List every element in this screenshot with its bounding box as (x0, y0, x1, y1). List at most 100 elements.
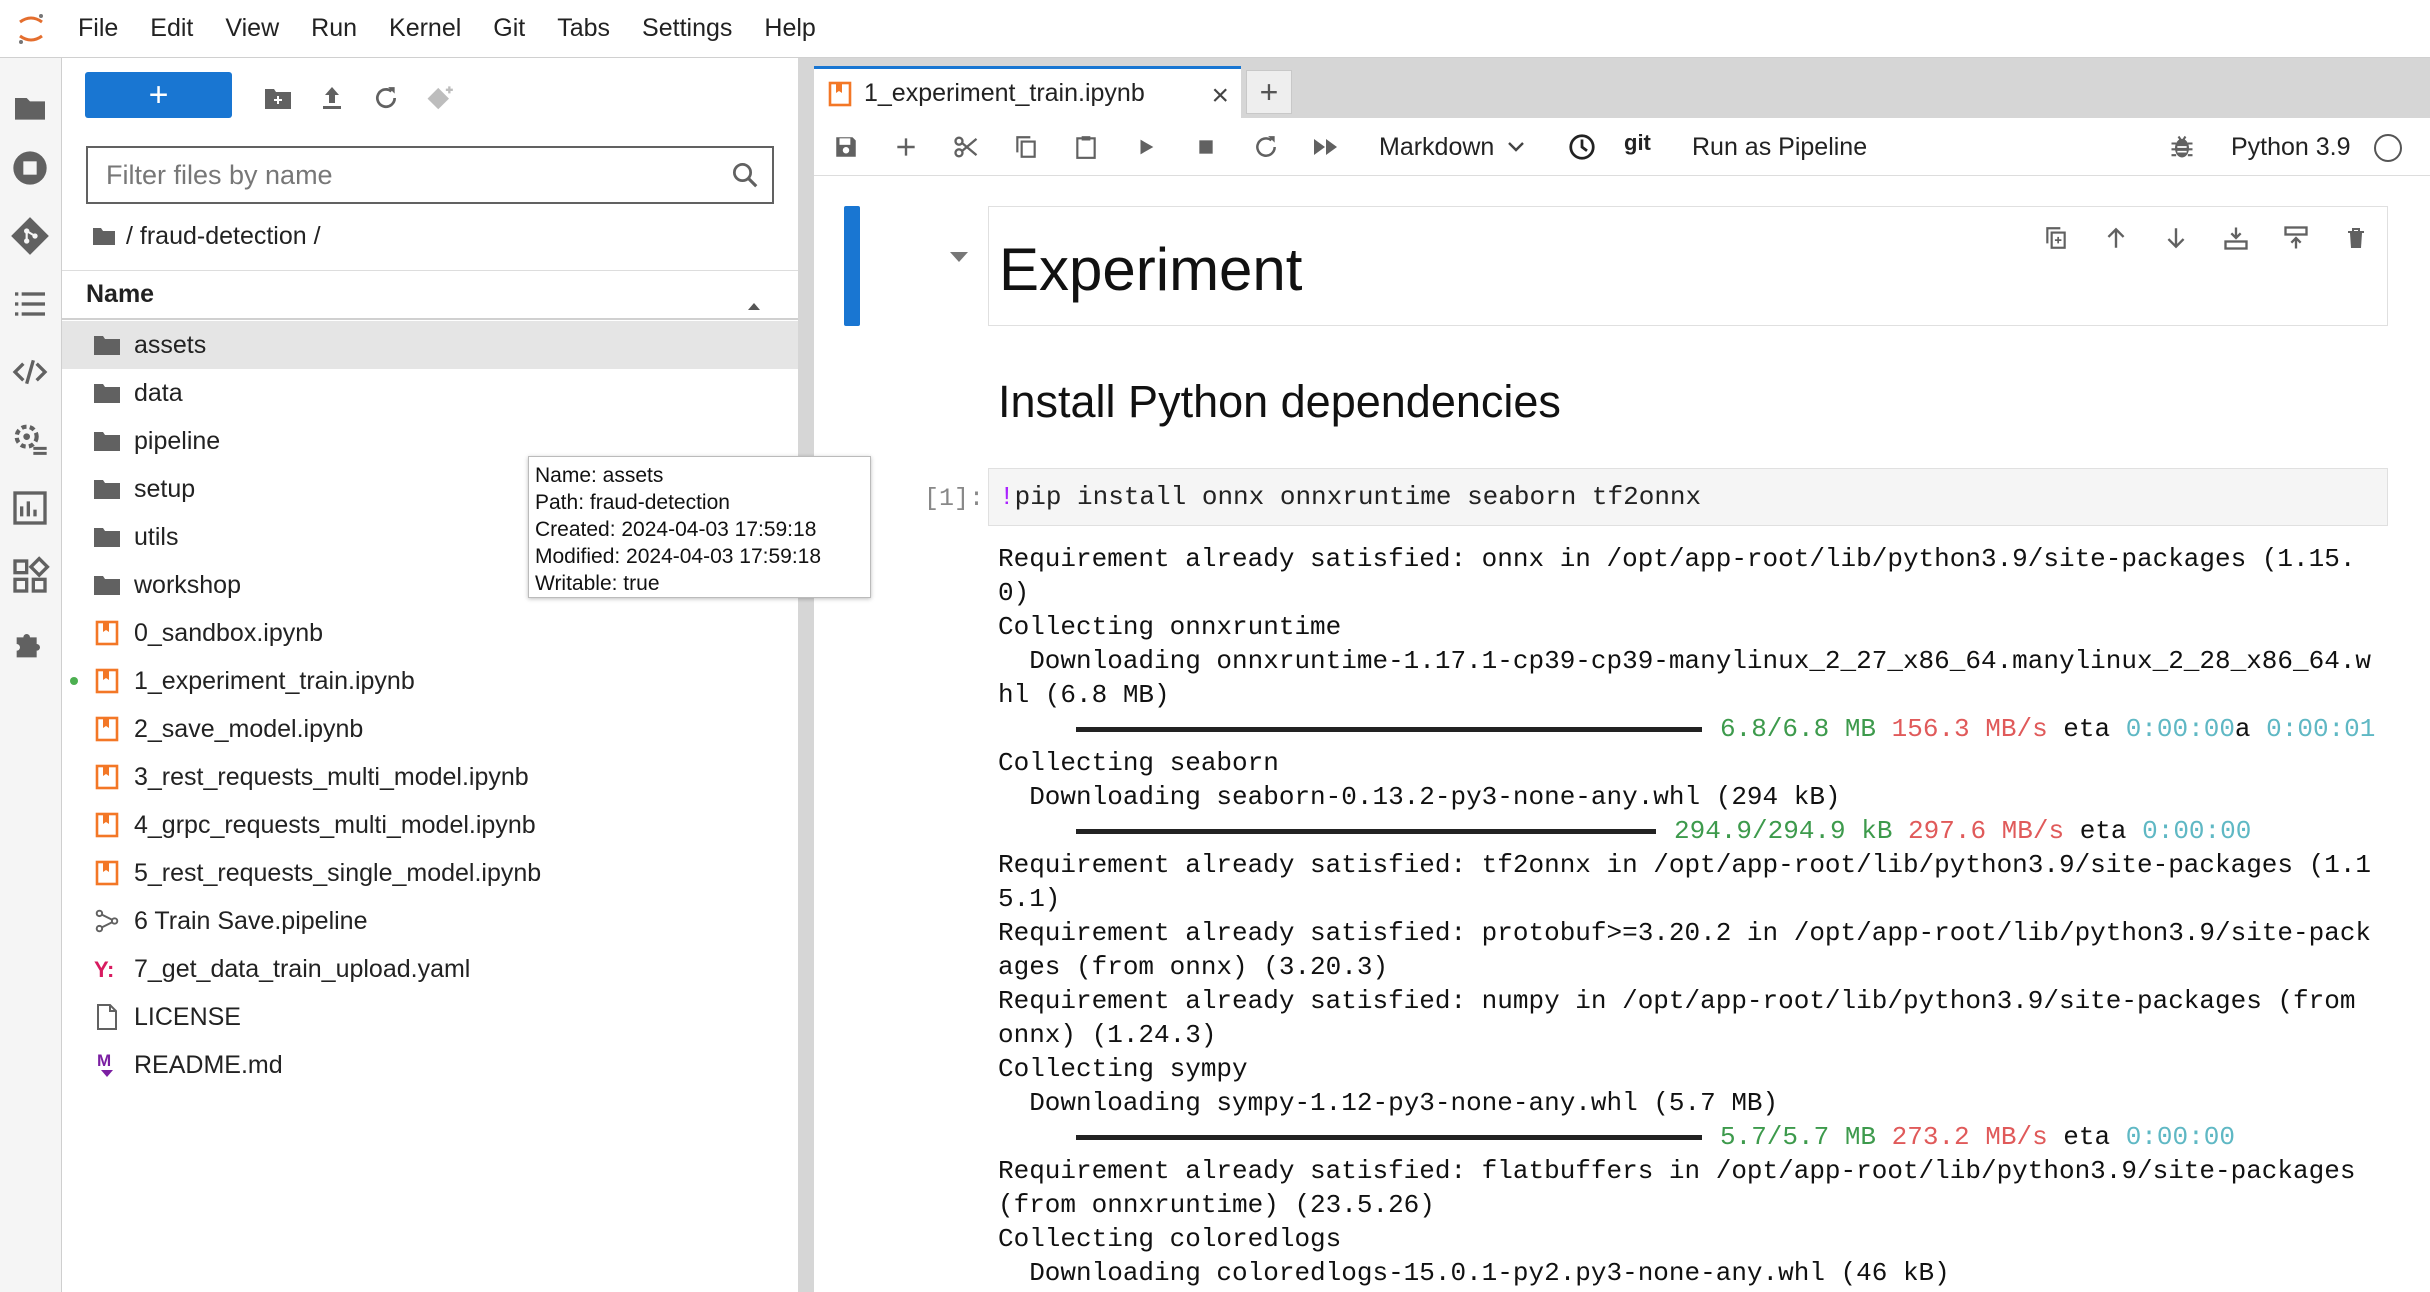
file-item[interactable]: 5_rest_requests_single_model.ipynb (62, 849, 798, 897)
debugger-icon[interactable] (2162, 127, 2202, 167)
delete-cell-icon[interactable] (2335, 217, 2377, 259)
menu-kernel[interactable]: Kernel (373, 0, 477, 58)
file-item[interactable]: 6 Train Save.pipeline (62, 897, 798, 945)
folder-icon[interactable] (0, 78, 60, 138)
stop-icon[interactable] (1186, 127, 1226, 167)
svg-text:Y:: Y: (94, 957, 114, 982)
git-button[interactable]: git (1624, 130, 1651, 156)
file-item[interactable]: 1_experiment_train.ipynb (62, 657, 798, 705)
new-folder-icon[interactable] (258, 78, 298, 118)
upload-icon[interactable] (312, 78, 352, 118)
menu-file[interactable]: File (62, 0, 134, 58)
output-line: Downloading seaborn-0.13.2-py3-none-any.… (998, 782, 1841, 812)
extensions-manager-icon[interactable] (0, 546, 60, 606)
chevron-down-icon (1506, 140, 1526, 154)
property-inspector-icon[interactable] (0, 410, 60, 470)
insert-cell-icon[interactable] (886, 127, 926, 167)
tab-notebook[interactable]: 1_experiment_train.ipynb × (814, 66, 1241, 118)
name-column-header[interactable]: Name (62, 270, 798, 320)
running-icon[interactable] (0, 138, 60, 198)
menu-tabs[interactable]: Tabs (541, 0, 626, 58)
insert-below-icon[interactable] (2275, 217, 2317, 259)
code-snippets-icon[interactable] (0, 342, 60, 402)
yaml-icon: Y: (90, 954, 124, 984)
collapse-heading-caret-icon[interactable] (948, 250, 970, 269)
file-item[interactable]: 4_grpc_requests_multi_model.ipynb (62, 801, 798, 849)
move-down-icon[interactable] (2155, 217, 2197, 259)
insert-above-icon[interactable] (2215, 217, 2257, 259)
save-icon[interactable] (826, 127, 866, 167)
restart-icon[interactable] (1246, 127, 1286, 167)
run-icon[interactable] (1126, 127, 1166, 167)
left-sidebar (0, 58, 62, 1292)
breadcrumb: / fraud-detection / (92, 216, 321, 256)
tooltip-writable: Writable: true (535, 572, 660, 595)
file-name: setup (134, 474, 196, 503)
file-name: assets (134, 330, 207, 359)
notebook-icon (90, 858, 124, 888)
menu-view[interactable]: View (209, 0, 295, 58)
progress-line: 294.9/294.9 kB 297.6 MB/s eta 0:00:00 (998, 814, 2408, 848)
file-item[interactable]: assets (62, 321, 798, 369)
menu-edit[interactable]: Edit (134, 0, 209, 58)
file-list: assets data pipeline setup utils workshop 0_sa… (62, 321, 798, 1089)
file-filter-field[interactable] (86, 146, 774, 204)
eta-label: eta (2079, 816, 2127, 846)
download-size: 6.8/6.8 MB (1720, 714, 1877, 744)
notebook-icon (90, 762, 124, 792)
elyra-catalog-icon[interactable] (0, 478, 60, 538)
output-line: Collecting onnxruntime (998, 612, 1342, 642)
sort-ascending-icon[interactable] (746, 289, 762, 318)
menu-git[interactable]: Git (477, 0, 541, 58)
kernel-name-button[interactable]: Python 3.9 (2231, 126, 2351, 168)
git-clone-icon[interactable] (420, 78, 460, 118)
tab-bar: 1_experiment_train.ipynb × + (814, 58, 2430, 118)
file-item[interactable]: 2_save_model.ipynb (62, 705, 798, 753)
panel-resize-handle[interactable] (798, 58, 814, 1292)
refresh-icon[interactable] (366, 78, 406, 118)
file-item[interactable]: M README.md (62, 1041, 798, 1089)
duplicate-cell-icon[interactable] (2035, 217, 2077, 259)
notebook-icon (90, 666, 124, 696)
puzzle-icon[interactable] (0, 614, 60, 674)
tooltip-created: Created: 2024-04-03 17:59:18 (535, 518, 817, 541)
cut-icon[interactable] (946, 127, 986, 167)
menu-help[interactable]: Help (748, 0, 831, 58)
file-name: 2_save_model.ipynb (134, 714, 364, 743)
move-up-icon[interactable] (2095, 217, 2137, 259)
copy-icon[interactable] (1006, 127, 1046, 167)
file-name: 6 Train Save.pipeline (134, 906, 368, 935)
close-icon[interactable]: × (1211, 79, 1229, 113)
file-item[interactable]: data (62, 369, 798, 417)
output-line: Downloading onnxruntime-1.17.1-cp39-cp39… (998, 646, 2372, 676)
new-launcher-button[interactable]: + (85, 72, 232, 118)
git-icon[interactable] (0, 206, 60, 266)
new-tab-button[interactable]: + (1246, 70, 1292, 114)
menu-settings[interactable]: Settings (626, 0, 748, 58)
cell-type-dropdown[interactable]: Markdown (1379, 126, 1526, 168)
file-item[interactable]: 0_sandbox.ipynb (62, 609, 798, 657)
file-filter-input[interactable] (88, 159, 708, 191)
eta-value: 0:00:00 (2142, 816, 2252, 846)
paste-icon[interactable] (1066, 127, 1106, 167)
menu-run[interactable]: Run (295, 0, 373, 58)
run-as-pipeline-button[interactable]: Run as Pipeline (1692, 126, 1867, 168)
clock-icon[interactable] (1562, 127, 1602, 167)
file-item[interactable]: LICENSE (62, 993, 798, 1041)
tooltip-name: Name: assets (535, 464, 664, 487)
breadcrumb-path[interactable]: / fraud-detection / (126, 222, 321, 251)
fast-forward-icon[interactable] (1306, 127, 1346, 167)
file-item[interactable]: Y: 7_get_data_train_upload.yaml (62, 945, 798, 993)
output-line: Collecting sympy (998, 1054, 1248, 1084)
folder-icon (90, 474, 124, 504)
notebook-toolbar: Markdown git Run as Pipeline Python 3.9 (814, 118, 2430, 176)
toc-icon[interactable] (0, 274, 60, 334)
file-item[interactable]: 3_rest_requests_multi_model.ipynb (62, 753, 798, 801)
progress-bar (1076, 726, 1702, 732)
code-cell-input[interactable]: ! pip install onnx onnxruntime seaborn tf… (988, 468, 2388, 526)
file-name: pipeline (134, 426, 221, 455)
markdown-cell[interactable]: Experiment (988, 206, 2388, 326)
eta-value: 0:00:00 (2125, 1122, 2235, 1152)
home-folder-icon[interactable] (92, 226, 116, 246)
cell-collapser[interactable] (844, 206, 860, 326)
